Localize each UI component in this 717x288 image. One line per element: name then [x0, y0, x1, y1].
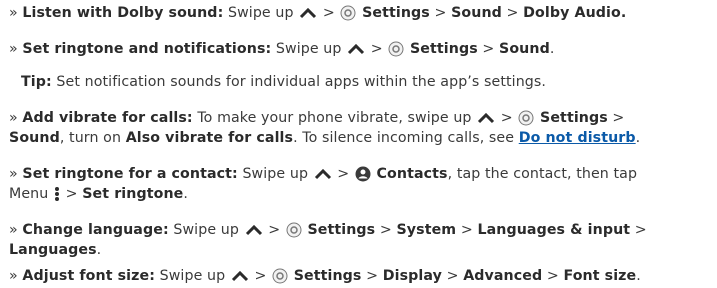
path-step: Font size — [563, 268, 637, 284]
separator: > — [268, 222, 281, 238]
item-title: Add vibrate for calls: — [22, 110, 193, 126]
punctuation: . — [635, 130, 641, 146]
path-step: Sound — [451, 5, 502, 21]
separator: > — [366, 268, 379, 284]
separator: > — [506, 5, 519, 21]
bullet: » — [9, 222, 18, 238]
settings-gear-icon — [518, 110, 534, 126]
punctuation: . — [96, 242, 102, 258]
separator: > — [500, 110, 513, 126]
path-step: Dolby Audio. — [523, 5, 627, 21]
settings-gear-icon — [286, 222, 302, 238]
chevron-up-icon — [231, 270, 249, 282]
bullet: » — [9, 41, 18, 57]
contacts-icon — [355, 166, 371, 182]
separator: > — [337, 166, 350, 182]
separator: > — [460, 222, 473, 238]
tip-text: Set notification sounds for individual a… — [56, 74, 546, 90]
separator: > — [446, 268, 459, 284]
item-text: Swipe up — [173, 222, 239, 238]
item-title: Listen with Dolby sound: — [22, 5, 224, 21]
item-title: Set ringtone and notifications: — [22, 41, 272, 57]
tip: Tip: Set notification sounds for individ… — [21, 72, 546, 92]
chevron-up-icon — [347, 43, 365, 55]
settings-label: Settings — [409, 41, 478, 57]
separator: > — [254, 268, 267, 284]
item-text: Swipe up — [242, 166, 309, 182]
help-page: » Listen with Dolby sound: Swipe up > Se… — [0, 0, 717, 288]
separator: > — [634, 222, 647, 238]
option-label: Also vibrate for calls — [125, 130, 294, 146]
list-item-vibrate-cont: Sound, turn on Also vibrate for calls. T… — [9, 128, 640, 148]
punctuation: . — [549, 41, 555, 57]
item-text: Swipe up — [227, 5, 294, 21]
contacts-label: Contacts — [376, 166, 448, 182]
settings-label: Settings — [362, 5, 430, 21]
separator: > — [546, 268, 559, 284]
settings-label: Settings — [540, 110, 608, 126]
item-text: Menu — [9, 186, 49, 202]
path-step: Sound — [9, 130, 60, 146]
settings-label: Settings — [293, 268, 362, 284]
settings-gear-icon — [272, 268, 288, 284]
settings-gear-icon — [340, 5, 356, 21]
list-item-language-cont: Languages. — [9, 240, 101, 260]
chevron-up-icon — [314, 168, 332, 180]
punctuation: . — [636, 268, 641, 284]
separator: > — [434, 5, 447, 21]
chevron-up-icon — [245, 224, 263, 236]
path-step: System — [396, 222, 457, 238]
bullet: » — [9, 268, 18, 284]
separator: > — [370, 41, 383, 57]
separator: > — [65, 186, 78, 202]
path-step: Set ringtone — [82, 186, 184, 202]
separator: > — [612, 110, 625, 126]
separator: > — [379, 222, 392, 238]
item-text: To make your phone vibrate, swipe up — [197, 110, 472, 126]
list-item-contact-ringtone-cont: Menu > Set ringtone. — [9, 184, 188, 204]
list-item-ringtone: » Set ringtone and notifications: Swipe … — [9, 39, 554, 59]
list-item-font-size: » Adjust font size: Swipe up > Settings … — [9, 266, 641, 286]
do-not-disturb-link[interactable]: Do not disturb — [519, 130, 636, 146]
item-text: . To silence incoming calls, see — [293, 130, 515, 146]
item-text: Swipe up — [275, 41, 342, 57]
path-step: Languages & input — [477, 222, 631, 238]
item-text: Swipe up — [159, 268, 226, 284]
item-title: Adjust font size: — [22, 268, 155, 284]
item-text: , tap the contact, then tap — [447, 166, 638, 182]
bullet: » — [9, 110, 18, 126]
list-item-language: » Change language: Swipe up > Settings >… — [9, 220, 647, 240]
settings-label: Settings — [307, 222, 376, 238]
item-title: Change language: — [22, 222, 169, 238]
path-step: Display — [382, 268, 442, 284]
chevron-up-icon — [477, 112, 495, 124]
item-text: , turn on — [59, 130, 122, 146]
separator: > — [482, 41, 495, 57]
list-item-contact-ringtone: » Set ringtone for a contact: Swipe up >… — [9, 164, 637, 184]
chevron-up-icon — [299, 7, 317, 19]
path-step: Sound — [499, 41, 550, 57]
punctuation: . — [183, 186, 188, 202]
list-item-dolby: » Listen with Dolby sound: Swipe up > Se… — [9, 3, 626, 23]
path-step: Advanced — [463, 268, 543, 284]
item-title: Set ringtone for a contact: — [22, 166, 238, 182]
list-item-vibrate: » Add vibrate for calls: To make your ph… — [9, 108, 624, 128]
bullet: » — [9, 5, 18, 21]
bullet: » — [9, 166, 18, 182]
separator: > — [322, 5, 335, 21]
path-step: Languages — [9, 242, 97, 258]
menu-dots-icon — [54, 186, 60, 202]
settings-gear-icon — [388, 41, 404, 57]
tip-label: Tip: — [21, 74, 52, 90]
